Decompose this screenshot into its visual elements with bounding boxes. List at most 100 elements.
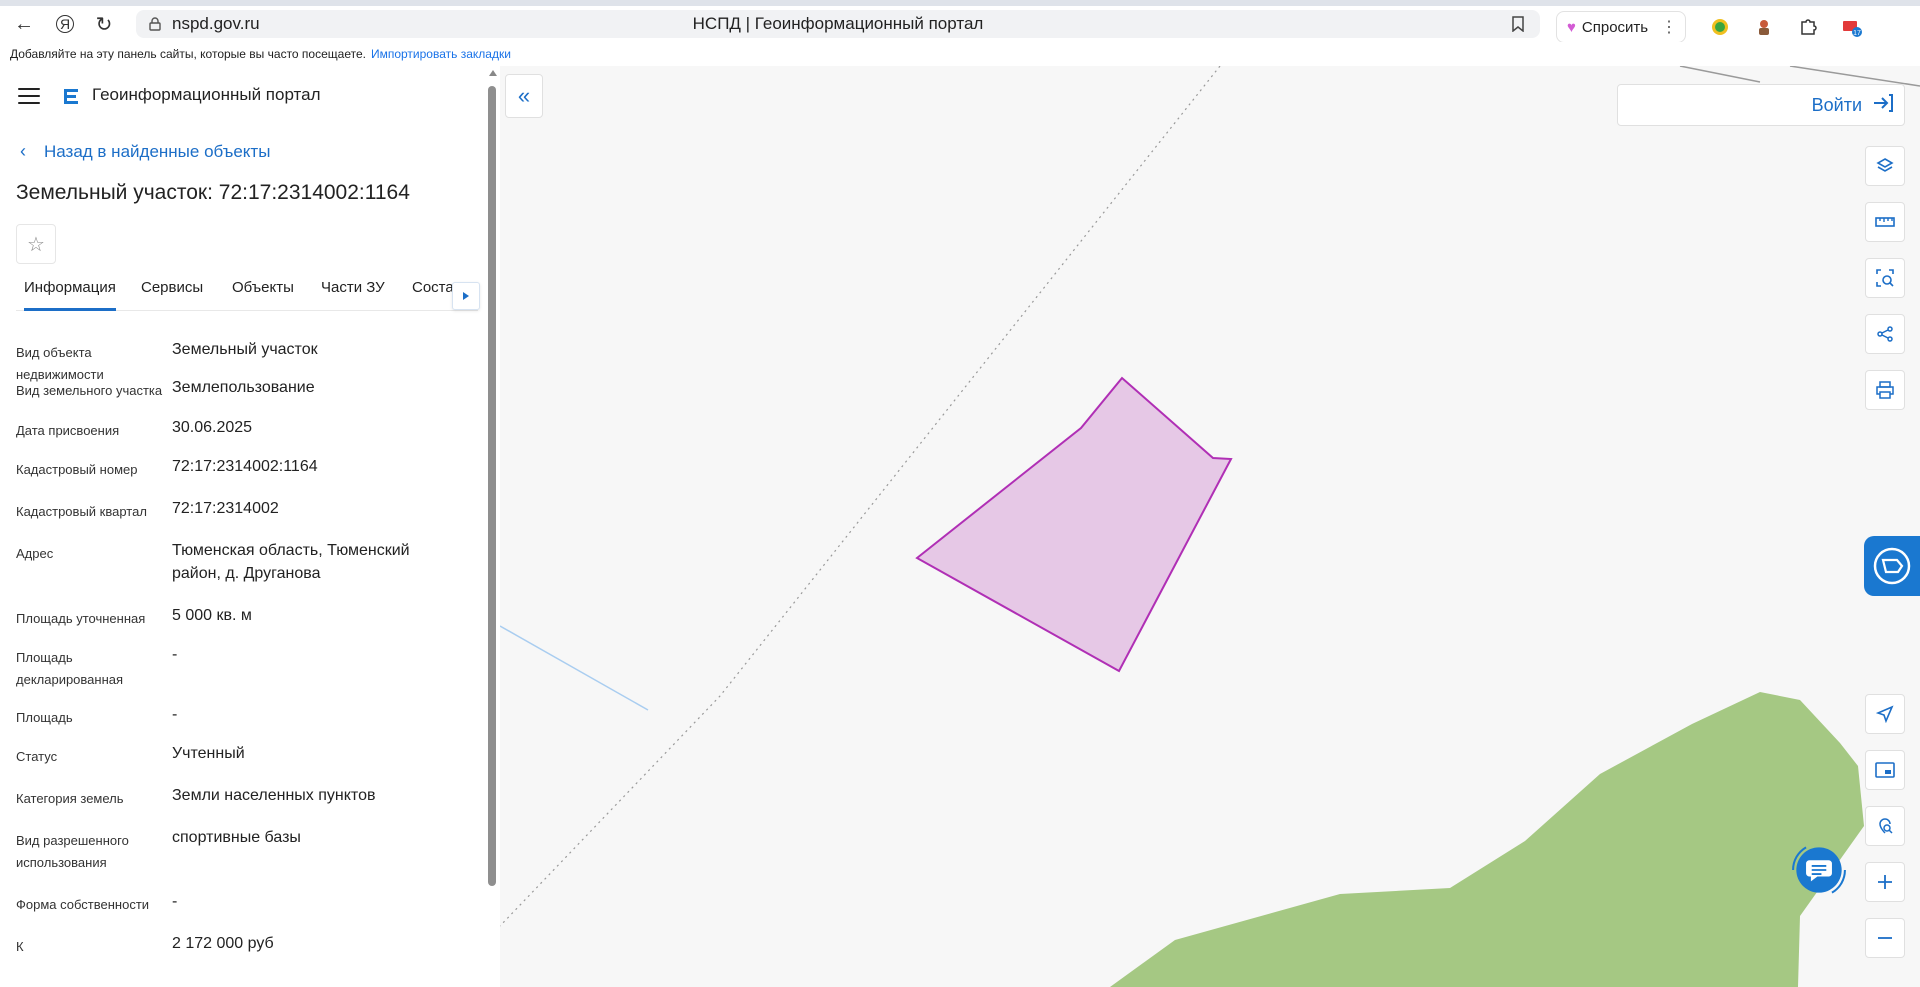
bookmarks-bar: Добавляйте на эту панель сайты, которые … bbox=[0, 42, 1920, 66]
tabs-scroll-right-button[interactable] bbox=[452, 282, 480, 310]
info-value: Земли населенных пунктов bbox=[172, 787, 376, 804]
tab-parts[interactable]: Части ЗУ bbox=[321, 278, 385, 308]
info-label: Площадь декларированная bbox=[16, 650, 124, 687]
favorite-star-icon[interactable]: ☆ bbox=[16, 224, 56, 264]
panel-scroll-thumb[interactable] bbox=[488, 86, 496, 886]
reload-icon[interactable]: ↻ bbox=[88, 8, 120, 40]
info-label: Кадастровый номер bbox=[16, 462, 138, 477]
info-value: - bbox=[172, 646, 178, 663]
login-button[interactable]: Войти bbox=[1617, 84, 1905, 126]
chevron-right-icon bbox=[463, 292, 469, 300]
url-text: nspd.gov.ru bbox=[172, 14, 260, 33]
tab-objects[interactable]: Объекты bbox=[232, 278, 294, 308]
info-label: К bbox=[16, 939, 24, 954]
land-parcel-polygon[interactable] bbox=[915, 376, 1233, 673]
zoom-out-button[interactable] bbox=[1865, 918, 1905, 958]
info-label: Дата присвоения bbox=[16, 423, 120, 438]
bookmarks-hint: Добавляйте на эту панель сайты, которые … bbox=[10, 47, 366, 61]
print-icon bbox=[1876, 381, 1894, 399]
chat-button[interactable] bbox=[1785, 836, 1853, 904]
lock-icon bbox=[146, 17, 164, 31]
extension-puzzle-icon[interactable] bbox=[1796, 15, 1820, 39]
navigate-button[interactable] bbox=[1865, 694, 1905, 734]
minimap-button[interactable] bbox=[1865, 750, 1905, 790]
menu-icon[interactable] bbox=[18, 88, 40, 104]
map-line-top-1 bbox=[1679, 66, 1761, 83]
portal-logo-icon bbox=[60, 85, 82, 107]
portal-title: Геоинформационный портал bbox=[92, 85, 321, 104]
zoom-in-button[interactable] bbox=[1865, 862, 1905, 902]
ruler-icon bbox=[1875, 217, 1895, 227]
area-search-icon bbox=[1876, 269, 1894, 287]
info-value: - bbox=[172, 706, 178, 723]
yandex-icon[interactable]: Я bbox=[56, 15, 74, 33]
map-layer bbox=[500, 66, 1920, 987]
plus-icon bbox=[1878, 875, 1892, 889]
layers-button[interactable] bbox=[1865, 146, 1905, 186]
login-label: Войти bbox=[1811, 94, 1862, 115]
tab-info[interactable]: Информация bbox=[24, 278, 116, 311]
map-green-area bbox=[1110, 692, 1864, 987]
extension-green-icon[interactable] bbox=[1708, 15, 1732, 39]
info-value: спортивные базы bbox=[172, 829, 301, 846]
bookmark-icon[interactable] bbox=[1508, 14, 1528, 34]
info-value: 72:17:2314002:1164 bbox=[172, 458, 318, 475]
info-value: Учтенный bbox=[172, 745, 245, 762]
chevron-left-icon: ‹ bbox=[20, 141, 26, 161]
object-title: Земельный участок: 72:17:2314002:1164 bbox=[16, 181, 410, 204]
map-road-line bbox=[500, 625, 649, 711]
share-icon bbox=[1877, 326, 1893, 342]
more-icon[interactable]: ⋮ bbox=[1661, 17, 1677, 37]
chat-icon bbox=[1792, 846, 1846, 894]
import-bookmarks-link[interactable]: Импортировать закладки bbox=[371, 47, 511, 61]
tab-services[interactable]: Сервисы bbox=[141, 278, 203, 308]
back-to-results-link[interactable]: ‹ Назад в найденные объекты bbox=[20, 141, 270, 162]
ruler-button[interactable] bbox=[1865, 202, 1905, 242]
map-canvas[interactable] bbox=[500, 66, 1920, 987]
ask-button[interactable]: ♥ Спросить ⋮ bbox=[1556, 11, 1686, 43]
minus-icon bbox=[1878, 937, 1892, 939]
info-label: Кадастровый квартал bbox=[16, 504, 147, 519]
area-search-button[interactable] bbox=[1865, 258, 1905, 298]
info-label: Адрес bbox=[16, 546, 54, 561]
collapse-panel-button[interactable]: « bbox=[505, 74, 543, 118]
info-value: Землепользование bbox=[172, 379, 315, 396]
ask-icon: ♥ bbox=[1567, 18, 1576, 36]
back-label: Назад в найденные объекты bbox=[44, 141, 271, 161]
info-label: Площадь bbox=[16, 710, 73, 725]
browser-page-title: НСПД | Геоинформационный портал bbox=[692, 14, 984, 33]
map-line-top-2 bbox=[1789, 66, 1920, 87]
scroll-up-icon[interactable] bbox=[489, 70, 497, 76]
extension-figure-icon[interactable] bbox=[1752, 15, 1776, 39]
print-button[interactable] bbox=[1865, 370, 1905, 410]
browser-toolbar: ← Я ↻ nspd.gov.ru НСПД | Геоинформационн… bbox=[0, 6, 1920, 43]
layers-icon bbox=[1876, 158, 1894, 172]
double-chevron-left-icon: « bbox=[517, 83, 531, 108]
object-tabs: Информация Сервисы Объекты Части ЗУ Сост… bbox=[16, 278, 478, 311]
info-value: 30.06.2025 bbox=[172, 419, 253, 436]
info-label: Форма собственности bbox=[16, 897, 150, 912]
object-panel: Геоинформационный портал ‹ Назад в найде… bbox=[0, 66, 500, 987]
side-assistant-button[interactable] bbox=[1864, 536, 1920, 596]
minimap-icon bbox=[1875, 762, 1895, 778]
location-search-button[interactable] bbox=[1865, 806, 1905, 846]
info-label: Категория земель bbox=[16, 791, 124, 806]
tab-composition[interactable]: Соста bbox=[412, 278, 454, 308]
info-value: Тюменская область, Тюменский район, д. Д… bbox=[172, 542, 410, 582]
info-value: 72:17:2314002 bbox=[172, 500, 279, 517]
extension-mail-icon[interactable]: 17 bbox=[1840, 15, 1864, 39]
info-value: 2 172 000 руб bbox=[172, 935, 274, 952]
login-icon bbox=[1872, 93, 1894, 118]
info-value: Земельный участок bbox=[172, 341, 318, 358]
info-label: Статус bbox=[16, 749, 58, 764]
map-hidden-path bbox=[1081, 312, 1920, 554]
info-value: - bbox=[172, 893, 178, 910]
info-label: Вид земельного участка bbox=[16, 383, 163, 398]
info-value: 5 000 кв. м bbox=[172, 607, 252, 624]
share-button[interactable] bbox=[1865, 314, 1905, 354]
navigate-icon bbox=[1876, 705, 1894, 723]
info-label: Вид разрешенного использования bbox=[16, 833, 129, 870]
back-icon[interactable]: ← bbox=[8, 8, 40, 40]
address-bar[interactable]: nspd.gov.ru НСПД | Геоинформационный пор… bbox=[136, 10, 1540, 38]
assistant-icon bbox=[1873, 547, 1911, 585]
